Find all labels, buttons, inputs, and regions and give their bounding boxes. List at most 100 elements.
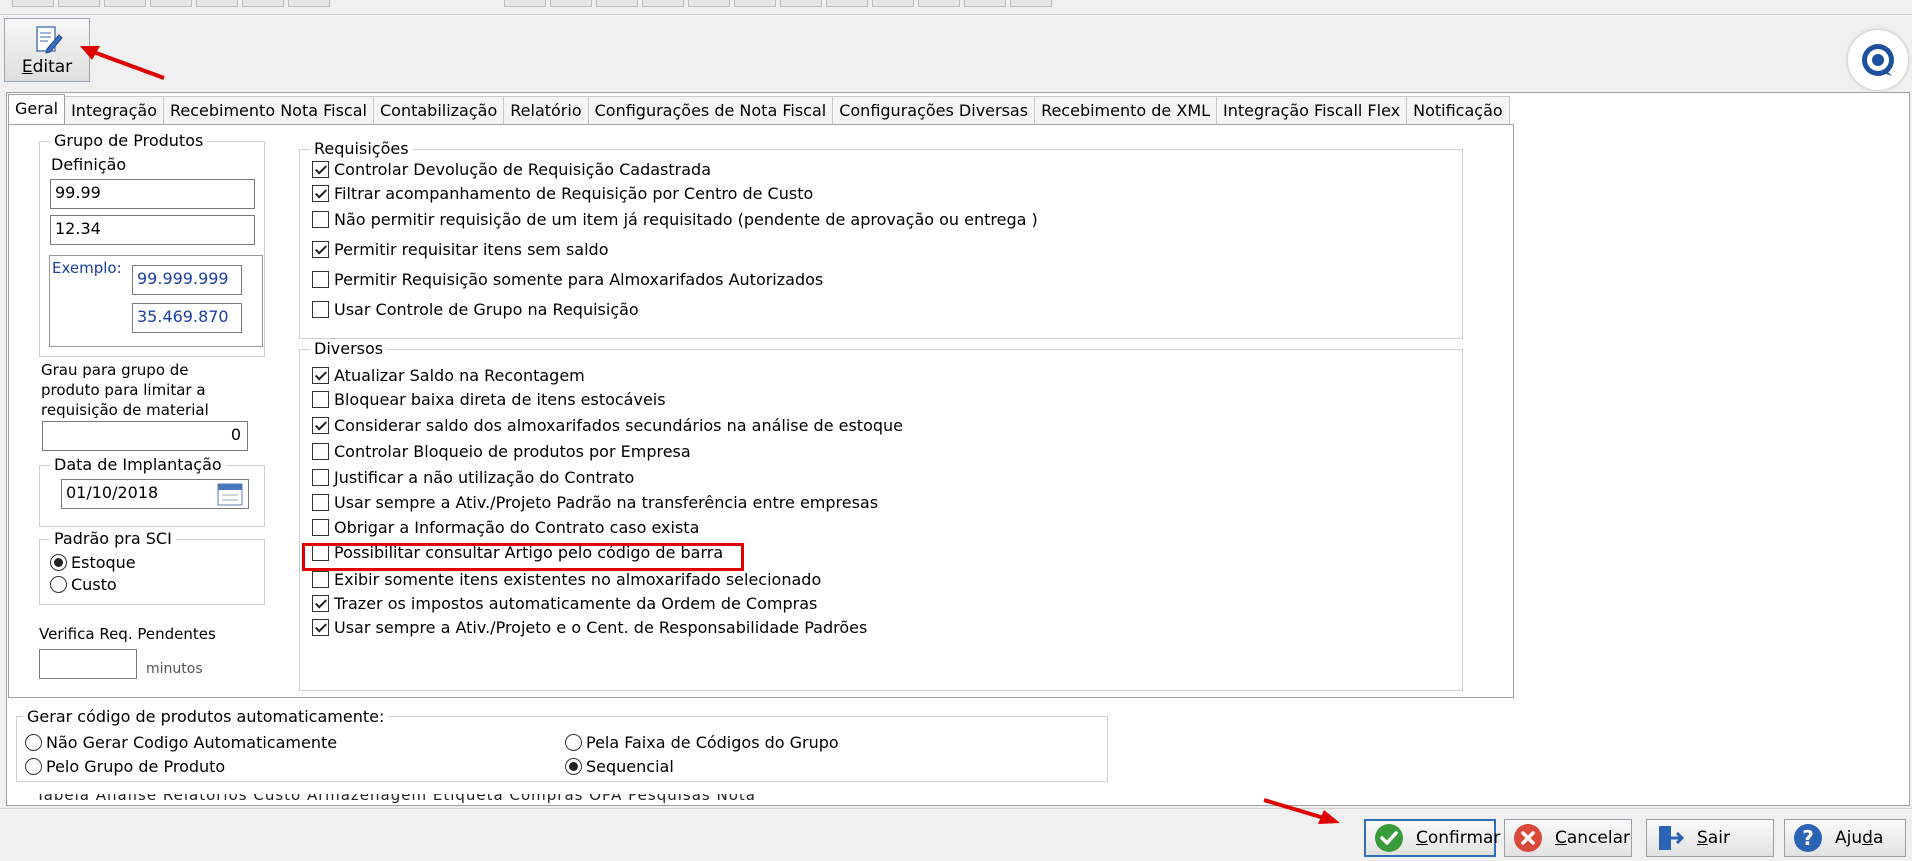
definicao-field-2[interactable]: 12.34 — [50, 215, 255, 245]
chk-nao-permitir-requisicao[interactable]: Não permitir requisição de um item já re… — [312, 208, 1038, 230]
tab-configuracoes-nota-fiscal[interactable]: Configurações de Nota Fiscal — [587, 96, 834, 124]
radio-circle[interactable] — [25, 733, 42, 751]
tab-contabilizacao[interactable]: Contabilização — [372, 96, 505, 124]
tab-recebimento-xml[interactable]: Recebimento de XML — [1034, 96, 1218, 124]
checkbox[interactable] — [312, 416, 329, 434]
diversos-legend: Diversos — [310, 339, 388, 358]
chk-atualizar-saldo[interactable]: Atualizar Saldo na Recontagem — [312, 364, 585, 386]
radio-nao-gerar[interactable]: Não Gerar Codigo Automaticamente — [25, 731, 337, 753]
checkbox[interactable] — [312, 390, 329, 408]
edit-button-label: Editar — [21, 57, 73, 77]
checkbox[interactable] — [312, 468, 329, 486]
chat-support-button[interactable] — [1848, 30, 1908, 90]
requisicoes-legend: Requisições — [310, 139, 413, 158]
strip-segment — [596, 0, 638, 7]
grau-label-line2: produto para limitar a — [41, 381, 206, 399]
grau-field[interactable]: 0 — [42, 421, 248, 451]
ajuda-label: Ajuda — [1835, 828, 1884, 848]
checkbox[interactable] — [312, 493, 329, 511]
tab-notificacao[interactable]: Notificação — [1406, 96, 1510, 124]
checkbox[interactable] — [312, 270, 329, 288]
radio-circle[interactable] — [565, 757, 582, 775]
radio-pelo-grupo[interactable]: Pelo Grupo de Produto — [25, 755, 225, 777]
chk-ativ-projeto-transferencia[interactable]: Usar sempre a Ativ./Projeto Padrão na tr… — [312, 491, 878, 513]
strip-segment — [550, 0, 592, 7]
chk-considerar-saldo[interactable]: Considerar saldo dos almoxarifados secun… — [312, 414, 903, 436]
ajuda-button[interactable]: ? Ajuda — [1784, 819, 1906, 857]
tab-configuracoes-diversas[interactable]: Configurações Diversas — [832, 96, 1036, 124]
tab-recebimento-nota-fiscal[interactable]: Recebimento Nota Fiscal — [162, 96, 374, 124]
radio-pela-faixa[interactable]: Pela Faixa de Códigos do Grupo — [565, 731, 839, 753]
exemplo-label: Exemplo: — [52, 259, 122, 277]
chat-bubble-icon — [1862, 44, 1894, 76]
chk-trazer-impostos[interactable]: Trazer os impostos automaticamente da Or… — [312, 592, 817, 614]
strip-segment — [504, 0, 546, 7]
definicao-field-1[interactable]: 99.99 — [50, 179, 255, 209]
checkbox[interactable] — [312, 618, 329, 636]
tab-integracao-fiscall-flex[interactable]: Integração Fiscall Flex — [1216, 96, 1408, 124]
checkbox[interactable] — [312, 442, 329, 460]
diversos-group: Diversos Atualizar Saldo na Recontagem B… — [299, 339, 1463, 691]
chk-filtrar-acompanhamento[interactable]: Filtrar acompanhamento de Requisição por… — [312, 182, 813, 204]
checkbox[interactable] — [312, 210, 329, 228]
sair-button[interactable]: Sair — [1646, 819, 1774, 857]
annotation-arrow — [1263, 798, 1340, 824]
chk-permitir-sem-saldo[interactable]: Permitir requisitar itens sem saldo — [312, 238, 608, 260]
radio-circle[interactable] — [565, 733, 582, 751]
strip-segment — [780, 0, 822, 7]
radio-circle[interactable] — [50, 575, 67, 593]
sair-label: Sair — [1697, 828, 1730, 848]
radio-circle[interactable] — [25, 757, 42, 775]
chk-justificar-contrato[interactable]: Justificar a não utilização do Contrato — [312, 466, 634, 488]
help-question-icon: ? — [1794, 824, 1822, 852]
definicao-label: Definição — [51, 155, 127, 174]
chk-controle-grupo[interactable]: Usar Controle de Grupo na Requisição — [312, 298, 639, 320]
tab-bar: Geral Integração Recebimento Nota Fiscal… — [8, 94, 1510, 124]
tab-relatorio[interactable]: Relatório — [503, 96, 589, 124]
checkbox[interactable] — [312, 518, 329, 536]
checkbox[interactable] — [312, 240, 329, 258]
checkbox[interactable] — [312, 366, 329, 384]
minutos-label: minutos — [146, 661, 203, 677]
data-implantacao-legend: Data de Implantação — [50, 455, 226, 474]
chk-obrigar-contrato[interactable]: Obrigar a Informação do Contrato caso ex… — [312, 516, 699, 538]
exemplo-field-1: 99.999.999 — [132, 265, 242, 295]
radio-custo[interactable]: Custo — [50, 573, 117, 595]
strip-segment — [964, 0, 1006, 7]
checkbox[interactable] — [312, 570, 329, 588]
confirmar-button[interactable]: Confirmar — [1364, 819, 1500, 857]
exit-door-icon — [1659, 826, 1685, 850]
chk-ativ-projeto-padroes[interactable]: Usar sempre a Ativ./Projeto e o Cent. de… — [312, 616, 867, 638]
strip-segment — [734, 0, 776, 7]
chk-controlar-devolucao[interactable]: Controlar Devolução de Requisição Cadast… — [312, 158, 711, 180]
check-circle-icon — [1375, 824, 1403, 852]
chk-exibir-itens-existentes[interactable]: Exibir somente itens existentes no almox… — [312, 568, 821, 590]
gerar-codigo-legend: Gerar código de produtos automaticamente… — [23, 707, 389, 726]
calendar-icon[interactable] — [217, 481, 243, 507]
checkbox[interactable] — [312, 594, 329, 612]
annotation-highlight-box — [302, 543, 744, 571]
grupo-produtos-legend: Grupo de Produtos — [50, 131, 208, 150]
cancelar-button[interactable]: Cancelar — [1504, 819, 1632, 857]
checkbox[interactable] — [312, 300, 329, 318]
cancelar-label: Cancelar — [1555, 828, 1631, 848]
tab-geral[interactable]: Geral — [8, 94, 66, 124]
padrao-sci-legend: Padrão pra SCI — [50, 529, 176, 548]
strip-segment — [1010, 0, 1052, 7]
chk-almoxarifados-autorizados[interactable]: Permitir Requisição somente para Almoxar… — [312, 268, 823, 290]
checkbox[interactable] — [312, 160, 329, 178]
strip-segment — [242, 0, 284, 7]
checkbox[interactable] — [312, 184, 329, 202]
radio-estoque[interactable]: Estoque — [50, 551, 136, 573]
radio-circle[interactable] — [50, 553, 67, 571]
gerar-codigo-group: Gerar código de produtos automaticamente… — [16, 707, 1108, 782]
confirmar-label: Confirmar — [1416, 828, 1501, 848]
top-toolbar-strip — [0, 0, 1912, 15]
chk-bloquear-baixa[interactable]: Bloquear baixa direta de itens estocávei… — [312, 388, 666, 410]
verifica-field[interactable] — [39, 649, 137, 679]
chk-controlar-bloqueio[interactable]: Controlar Bloqueio de produtos por Empre… — [312, 440, 691, 462]
radio-sequencial[interactable]: Sequencial — [565, 755, 674, 777]
exemplo-field-2: 35.469.870 — [132, 303, 242, 333]
strip-segment — [288, 0, 330, 7]
tab-integracao[interactable]: Integração — [64, 96, 164, 124]
